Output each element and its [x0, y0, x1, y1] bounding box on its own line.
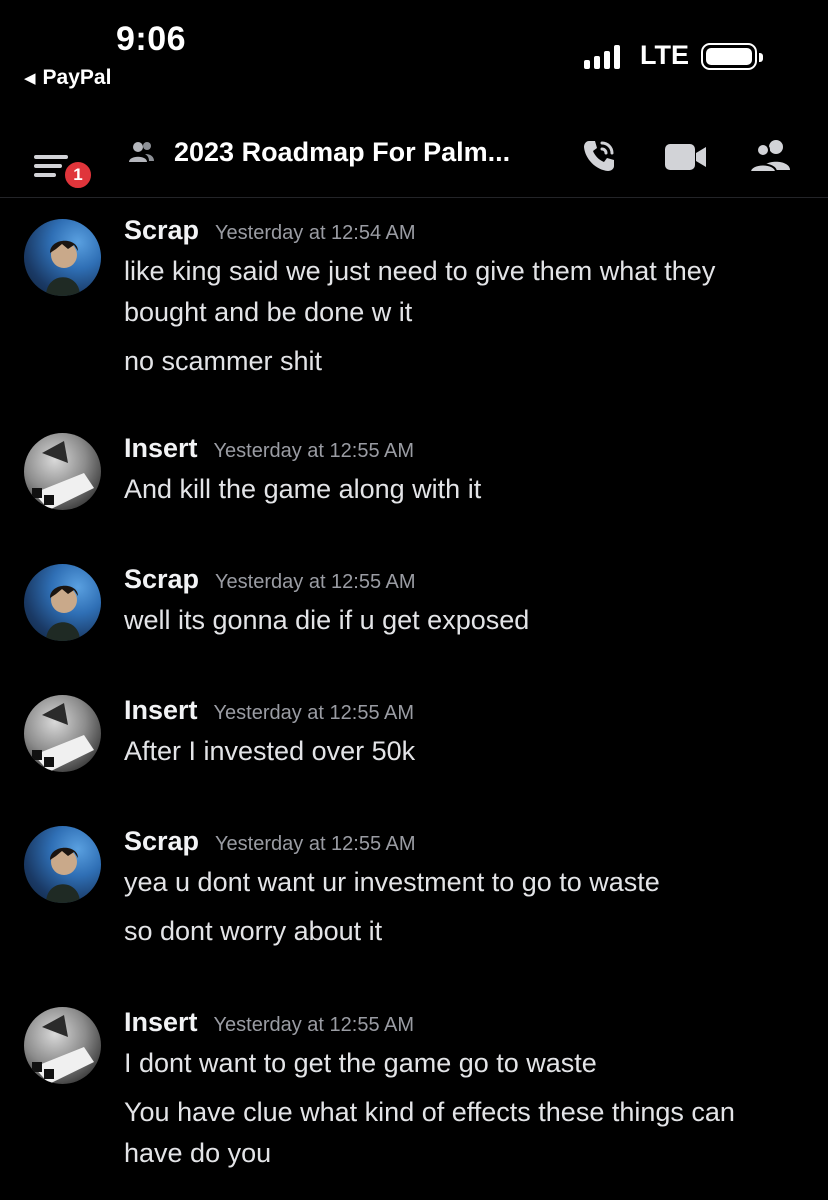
username[interactable]: Insert	[124, 1007, 198, 1038]
message-text: well its gonna die if u get exposed	[124, 605, 530, 635]
avatar[interactable]	[24, 219, 101, 296]
timestamp: Yesterday at 12:54 AM	[215, 222, 416, 244]
username[interactable]: Scrap	[124, 215, 199, 246]
message-text: And kill the game along with it	[124, 474, 482, 504]
message-text: You have clue what kind of effects these…	[124, 1097, 735, 1168]
channel-header: 1 2023 Roadmap For Palm...	[0, 110, 828, 198]
cellular-signal-icon	[584, 43, 620, 69]
clock: 9:06	[116, 20, 187, 58]
username[interactable]: Scrap	[124, 564, 199, 595]
avatar[interactable]	[24, 564, 101, 641]
message-group[interactable]: Scrap Yesterday at 12:55 AM yea u dont w…	[0, 826, 828, 952]
menu-button[interactable]: 1	[34, 143, 94, 193]
message-group[interactable]: Insert Yesterday at 12:55 AM I dont want…	[0, 1007, 828, 1174]
status-bar: 9:06 ◀ PayPal LTE	[0, 0, 828, 110]
timestamp: Yesterday at 12:55 AM	[213, 440, 415, 462]
username[interactable]: Insert	[124, 433, 198, 464]
timestamp: Yesterday at 12:55 AM	[215, 833, 416, 855]
phone-call-icon[interactable]	[578, 135, 620, 182]
message-text: After I invested over 50k	[124, 736, 416, 766]
message-text: I dont want to get the game go to waste	[124, 1048, 597, 1078]
avatar[interactable]	[24, 826, 101, 903]
username[interactable]: Scrap	[124, 826, 199, 857]
message-group[interactable]: Insert Yesterday at 12:55 AM After I inv…	[0, 695, 828, 772]
back-app-label: PayPal	[42, 66, 112, 89]
group-dm-icon	[126, 137, 156, 172]
avatar[interactable]	[24, 1007, 101, 1084]
message-text: like king said we just need to give them…	[124, 256, 716, 327]
battery-icon	[701, 43, 763, 70]
members-icon[interactable]	[748, 136, 792, 181]
network-type: LTE	[640, 40, 689, 70]
back-to-app-link[interactable]: ◀ PayPal	[24, 66, 111, 90]
message-group[interactable]: Scrap Yesterday at 12:54 AM like king sa…	[0, 215, 828, 382]
timestamp: Yesterday at 12:55 AM	[213, 1014, 415, 1036]
avatar[interactable]	[24, 695, 101, 772]
channel-title[interactable]: 2023 Roadmap For Palm...	[174, 137, 510, 168]
timestamp: Yesterday at 12:55 AM	[215, 571, 416, 593]
avatar[interactable]	[24, 433, 101, 510]
message-text: so dont worry about it	[124, 916, 383, 946]
back-arrow-icon: ◀	[24, 70, 36, 87]
notification-badge: 1	[62, 159, 94, 191]
message-text: no scammer shit	[124, 346, 323, 376]
message-group[interactable]: Insert Yesterday at 12:55 AM And kill th…	[0, 433, 828, 510]
username[interactable]: Insert	[124, 695, 198, 726]
message-group[interactable]: Scrap Yesterday at 12:55 AM well its gon…	[0, 564, 828, 641]
timestamp: Yesterday at 12:55 AM	[213, 702, 415, 724]
message-text: yea u dont want ur investment to go to w…	[124, 867, 660, 897]
menu-icon	[34, 155, 68, 159]
video-call-icon[interactable]	[664, 142, 708, 177]
